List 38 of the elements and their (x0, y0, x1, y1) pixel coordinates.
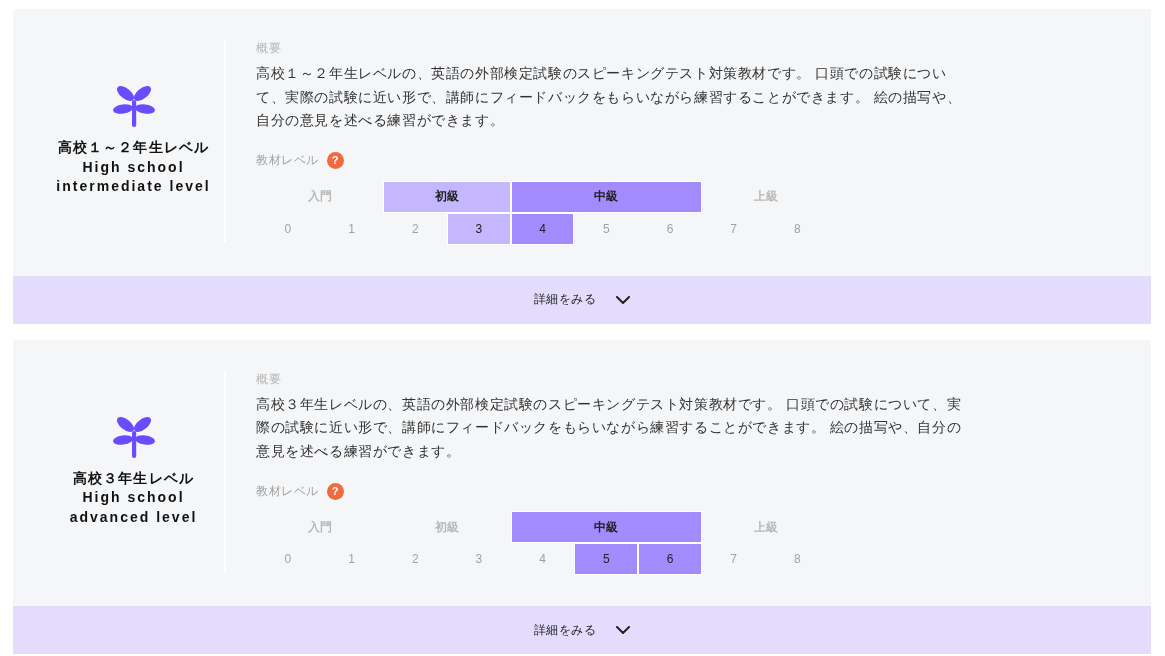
level-number: 0 (283, 551, 293, 568)
summary-text: 高校１～２年生レベルの、英語の外部検定試験のスピーキングテスト対策教材です。 口頭での試験について、実際の試験に近い形で、講師にフィードバックをもらいながら練習することができます。 絵の描写や、自分の意見を述べる練習ができます。 (256, 64, 963, 130)
level-number: 5 (574, 543, 639, 575)
level-number: 7 (729, 220, 738, 238)
level-name: 入門 (306, 518, 333, 536)
level-number: 4 (510, 212, 575, 245)
level-number: 1 (347, 551, 356, 568)
level-number: 6 (665, 220, 675, 238)
level-label: 教材レベル (256, 482, 319, 500)
level-number: 2 (410, 551, 420, 568)
level-number: 3 (474, 551, 484, 568)
level-name: 中級 (510, 180, 702, 213)
level-name: 上級 (752, 518, 779, 536)
level-number: 8 (793, 220, 802, 238)
level-number: 4 (538, 551, 547, 568)
course-title: 高校３年生レベル High school advanced level (69, 468, 198, 527)
level-name: 上級 (752, 188, 779, 205)
details-button[interactable]: 詳細をみる (13, 275, 1151, 324)
level-name: 入門 (306, 188, 333, 205)
level-name: 初級 (434, 518, 461, 536)
summary-label: 概要 (256, 40, 282, 56)
level-number: 8 (793, 551, 802, 568)
level-number: 6 (638, 543, 702, 575)
level-name: 初級 (383, 180, 511, 213)
level-label: 教材レベル (256, 152, 319, 169)
summary-text: 高校３年生レベルの、英語の外部検定試験のスピーキングテスト対策教材です。 口頭での試験について、実際の試験に近い形で、講師にフィードバックをもらいながら練習することができます。 絵の描写や、自分の意見を述べる練習ができます。 (256, 394, 963, 461)
level-number: 3 (447, 212, 511, 245)
level-number: 1 (347, 220, 356, 238)
level-number: 7 (729, 551, 738, 568)
level-number: 2 (410, 220, 420, 238)
level-name: 中級 (510, 511, 702, 543)
sprout-icon (112, 85, 155, 128)
sprout-icon (112, 415, 155, 458)
details-button[interactable]: 詳細をみる (13, 606, 1151, 654)
level-number: 0 (283, 220, 293, 238)
level-number: 5 (601, 220, 611, 238)
summary-label: 概要 (256, 370, 282, 387)
course-title: 高校１～２年生レベル High school intermediate level (56, 138, 211, 197)
